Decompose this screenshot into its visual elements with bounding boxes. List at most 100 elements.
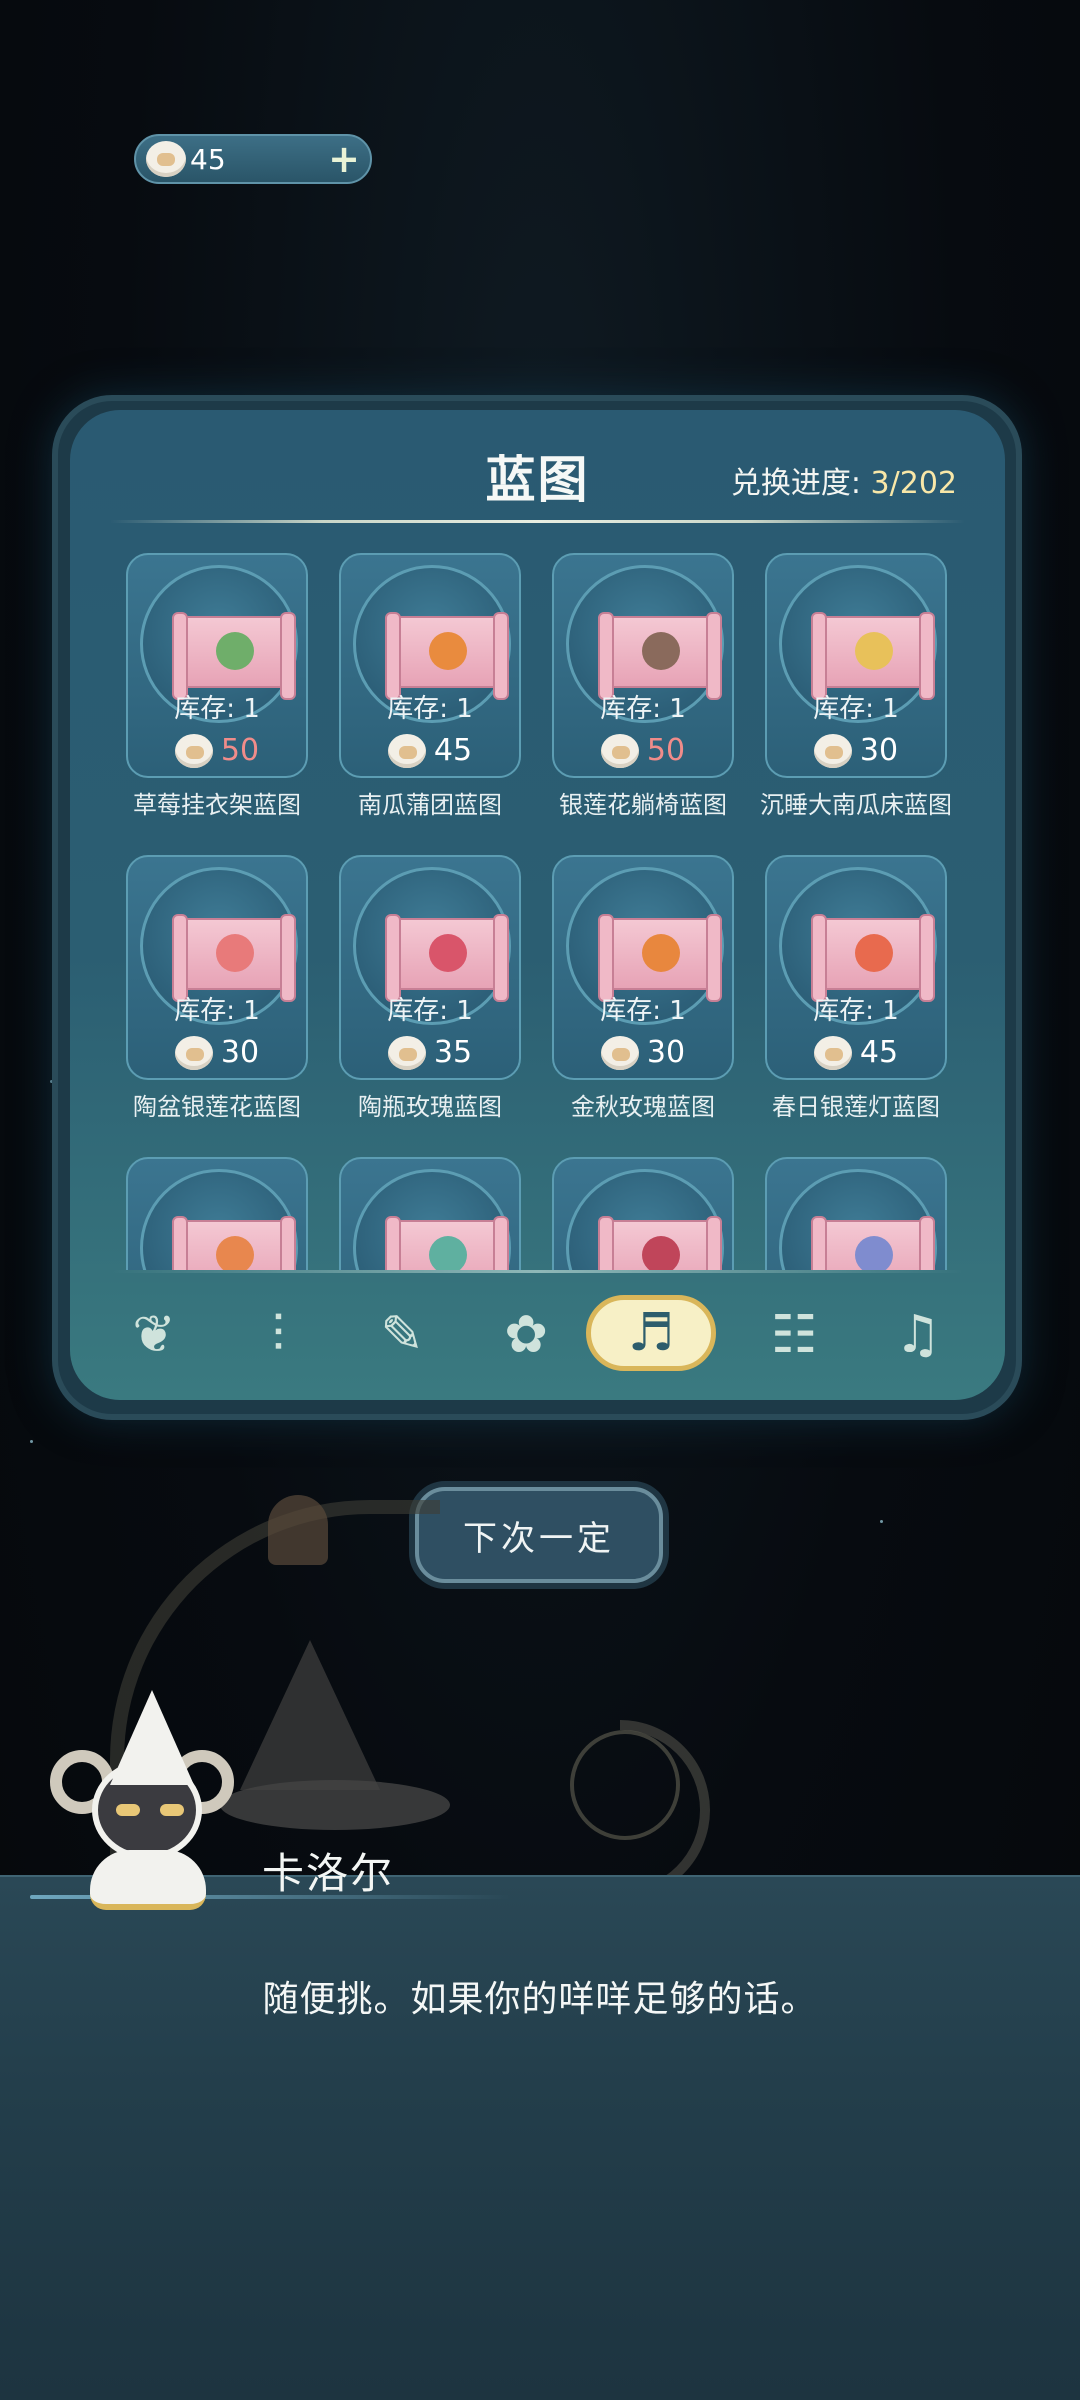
- blueprint-scroll-icon: [598, 612, 722, 700]
- lamp-shade-decoration: [268, 1495, 328, 1565]
- blueprint-scroll-icon: [385, 612, 509, 700]
- blueprint-scroll-icon: [811, 1216, 935, 1270]
- sheep-coin-icon: [813, 733, 852, 768]
- sheep-coin-icon: [387, 1035, 426, 1070]
- sheep-coin-icon: [813, 1035, 852, 1070]
- item-price: 30: [859, 733, 899, 768]
- item-card[interactable]: 库存: 1 30: [765, 553, 947, 778]
- eye-right: [160, 1804, 184, 1816]
- item-bubble: [779, 1169, 937, 1270]
- blueprint-scroll-icon: [598, 914, 722, 1002]
- item-name: 金秋玫瑰蓝图: [571, 1093, 715, 1121]
- item-card[interactable]: [552, 1157, 734, 1270]
- sheep-coin-icon: [146, 141, 186, 177]
- item-stock: 库存: 1: [174, 694, 260, 724]
- furniture-preview-icon: [429, 1236, 467, 1270]
- item-price-row: 45: [341, 733, 519, 768]
- item-stock: 库存: 1: [600, 996, 686, 1026]
- item-stock: 库存: 1: [387, 694, 473, 724]
- add-currency-button[interactable]: +: [328, 139, 360, 179]
- tab-decor[interactable]: ⫶: [234, 1295, 322, 1375]
- item-name: 草莓挂衣架蓝图: [133, 791, 301, 819]
- witch-hat-decoration: [240, 1640, 380, 1790]
- tab-furniture[interactable]: ☷: [750, 1295, 838, 1375]
- item-card[interactable]: 库存: 1 30: [552, 855, 734, 1080]
- item-card[interactable]: 库存: 1 30: [126, 855, 308, 1080]
- item-price-row: 35: [341, 1035, 519, 1070]
- blueprint-scroll-icon: [172, 612, 296, 700]
- item-name: 南瓜蒲团蓝图: [358, 791, 502, 819]
- furniture-preview-icon: [855, 632, 893, 670]
- furniture-preview-icon: [855, 934, 893, 972]
- item-card[interactable]: [126, 1157, 308, 1270]
- furniture-preview-icon: [855, 1236, 893, 1270]
- item-card[interactable]: 库存: 1 50: [126, 553, 308, 778]
- tab-blueprint[interactable]: ♬: [586, 1295, 716, 1371]
- progress-label: 兑换进度:: [730, 466, 871, 501]
- blueprint-scroll-icon: [385, 1216, 509, 1270]
- item-card[interactable]: 库存: 1 35: [339, 855, 521, 1080]
- progress-value: 3/202: [870, 466, 957, 501]
- tab-plant[interactable]: ❦: [110, 1295, 198, 1375]
- item-card[interactable]: 库存: 1 45: [765, 855, 947, 1080]
- tab-tools[interactable]: ✎: [358, 1295, 446, 1375]
- item-stock: 库存: 1: [600, 694, 686, 724]
- item-name: 沉睡大南瓜床蓝图: [760, 791, 952, 819]
- item-grid-viewport[interactable]: 库存: 1 50 草莓挂衣架蓝图 库存: 1 45 南瓜蒲团蓝图 库存: 1 5…: [70, 535, 1005, 1270]
- item-card[interactable]: [339, 1157, 521, 1270]
- tabbar-divider: [110, 1270, 965, 1273]
- tools-icon: ✎: [380, 1305, 424, 1365]
- record-icon: ♫: [894, 1305, 942, 1365]
- item-card[interactable]: 库存: 1 45: [339, 553, 521, 778]
- speaker-name: 卡洛尔: [262, 1849, 395, 1898]
- furniture-preview-icon: [642, 1236, 680, 1270]
- item-name: 陶瓶玫瑰蓝图: [358, 1093, 502, 1121]
- item-card[interactable]: 库存: 1 50: [552, 553, 734, 778]
- item-card[interactable]: [765, 1157, 947, 1270]
- item-price-row: 30: [128, 1035, 306, 1070]
- furniture-preview-icon: [216, 1236, 254, 1270]
- furniture-preview-icon: [429, 934, 467, 972]
- item-price-row: 45: [767, 1035, 945, 1070]
- item-price-row: 30: [767, 733, 945, 768]
- blueprint-shop-panel: 蓝图 兑换进度: 3/202 库存: 1 50 草莓挂衣架蓝图 库存: 1 45…: [70, 410, 1005, 1400]
- next-time-button[interactable]: 下次一定: [415, 1487, 663, 1583]
- sprout-icon: ❦: [132, 1305, 176, 1365]
- dialog-box[interactable]: [0, 1875, 1080, 2400]
- blueprint-scroll-icon: [811, 612, 935, 700]
- avatar-hat: [110, 1690, 194, 1785]
- item-name: 春日银莲灯蓝图: [772, 1093, 940, 1121]
- lamp-icon: ✿: [504, 1305, 548, 1365]
- blueprint-scroll-icon: [598, 1216, 722, 1270]
- sheep-coin-icon: [174, 1035, 213, 1070]
- tab-lamp[interactable]: ✿: [482, 1295, 570, 1375]
- blueprint-scroll-icon: [385, 914, 509, 1002]
- furniture-preview-icon: [216, 934, 254, 972]
- exchange-progress: 兑换进度: 3/202: [731, 458, 957, 502]
- item-name: 银莲花躺椅蓝图: [559, 791, 727, 819]
- tab-music[interactable]: ♫: [874, 1295, 962, 1375]
- furniture-preview-icon: [642, 934, 680, 972]
- currency-amount: 45: [190, 142, 226, 176]
- furniture-preview-icon: [216, 632, 254, 670]
- sheep-coin-icon: [387, 733, 426, 768]
- blueprint-scroll-icon: [172, 1216, 296, 1270]
- item-price: 45: [859, 1035, 899, 1070]
- item-price: 30: [646, 1035, 686, 1070]
- item-bubble: [140, 1169, 298, 1270]
- blueprint-icon: ♬: [627, 1303, 675, 1363]
- shelf-icon: ☷: [770, 1305, 818, 1365]
- item-price-row: 50: [128, 733, 306, 768]
- item-bubble: [353, 1169, 511, 1270]
- item-price: 45: [433, 733, 473, 768]
- currency-display: 45 +: [134, 134, 372, 184]
- blueprint-scroll-icon: [172, 914, 296, 1002]
- item-stock: 库存: 1: [174, 996, 260, 1026]
- furniture-preview-icon: [429, 632, 467, 670]
- item-price-row: 50: [554, 733, 732, 768]
- item-price: 35: [433, 1035, 473, 1070]
- category-tabbar: ❦ ⫶ ✎ ✿ ♬ ☷ ♫: [110, 1295, 965, 1375]
- moon-decoration: [620, 1720, 710, 1900]
- item-price-row: 30: [554, 1035, 732, 1070]
- item-price: 30: [220, 1035, 260, 1070]
